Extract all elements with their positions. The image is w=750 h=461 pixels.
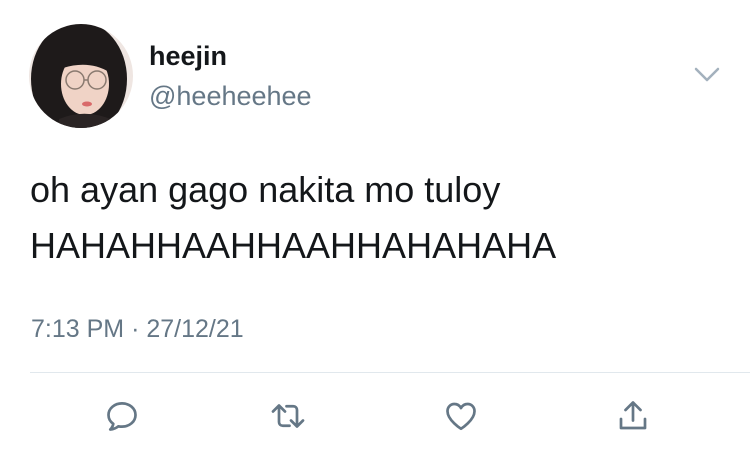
tweet-text-line: HAHAHHAAHHAAHHAHAHAHA xyxy=(30,225,557,266)
tweet-time[interactable]: 7:13 PM xyxy=(31,315,124,343)
retweet-icon xyxy=(271,404,305,428)
reply-icon xyxy=(107,402,137,431)
chevron-down-icon[interactable] xyxy=(692,62,722,86)
tweet-text-line: oh ayan gago nakita mo tuloy xyxy=(30,169,501,210)
meta-separator: · xyxy=(131,315,140,343)
like-button[interactable] xyxy=(441,396,481,436)
share-button[interactable] xyxy=(613,396,653,436)
tweet-meta: 7:13 PM · 27/12/21 xyxy=(31,313,244,345)
tweet-date[interactable]: 27/12/21 xyxy=(146,315,243,343)
share-icon xyxy=(619,401,647,430)
author-display-name[interactable]: heejin xyxy=(149,40,227,72)
author-handle[interactable]: @heeheehee xyxy=(149,80,312,112)
retweet-button[interactable] xyxy=(268,396,308,436)
tweet-text: oh ayan gago nakita mo tuloy HAHAHHAAHHA… xyxy=(30,162,730,274)
divider xyxy=(30,372,750,373)
heart-icon xyxy=(446,402,476,431)
avatar[interactable] xyxy=(29,24,133,128)
reply-button[interactable] xyxy=(102,396,142,436)
avatar-image xyxy=(29,24,133,128)
